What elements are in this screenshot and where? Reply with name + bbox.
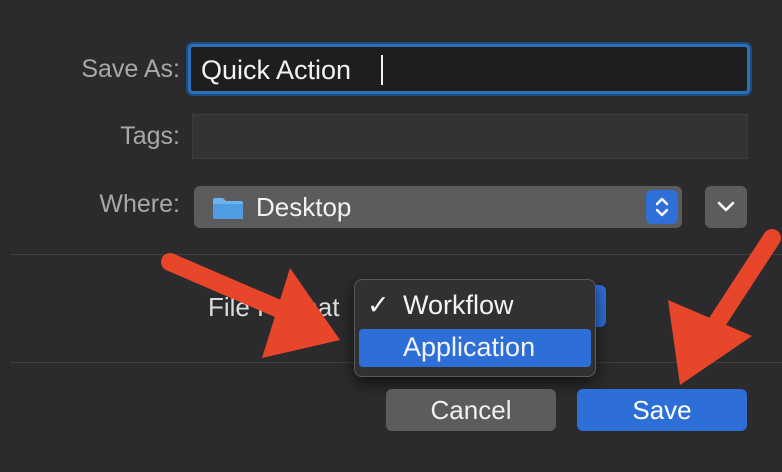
arrow-left-icon: [161, 253, 340, 358]
arrow-right-icon: [668, 229, 781, 385]
annotation-arrows: [161, 229, 781, 385]
